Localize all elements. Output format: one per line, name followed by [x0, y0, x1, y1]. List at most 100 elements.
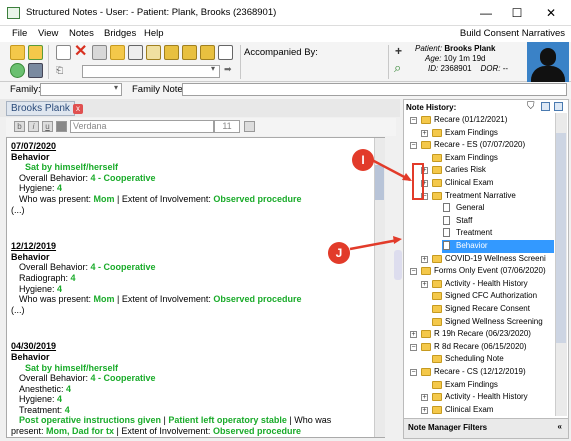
expand-node-icon[interactable]: +: [421, 280, 428, 288]
delete-icon[interactable]: ✕: [74, 44, 87, 60]
chevron-down-icon[interactable]: ▾: [211, 64, 215, 73]
note-value: Mom: [93, 294, 115, 305]
search-icon[interactable]: ⌕: [394, 60, 401, 76]
filter-icon[interactable]: ⛉: [527, 101, 535, 112]
close-icon[interactable]: x: [73, 104, 83, 114]
note-ellipsis[interactable]: (...): [11, 205, 25, 215]
tree-item-label: Caries Risk: [445, 165, 486, 175]
tree-item[interactable]: − Recare - CS (12/12/2019): [410, 366, 554, 379]
expand-node-icon[interactable]: +: [421, 129, 428, 137]
tree-item[interactable]: − Recare - ES (07/07/2020): [410, 139, 554, 152]
note-entry[interactable]: 07/07/2020 Behavior Sat by himself/herself…: [11, 141, 380, 215]
font-size-select[interactable]: 11: [214, 120, 240, 133]
tree-scrollbar-thumb[interactable]: [556, 133, 566, 343]
age-label: Age:: [425, 54, 442, 63]
tree-item-label: R 19h Recare (06/23/2020): [434, 329, 531, 339]
collapse-node-icon[interactable]: −: [410, 369, 417, 376]
menu-file[interactable]: File: [12, 28, 27, 39]
tree-item[interactable]: Staff: [432, 215, 554, 228]
build-consent-narratives-link[interactable]: Build Consent Narratives: [460, 28, 565, 39]
collapse-node-icon[interactable]: −: [410, 343, 417, 351]
tree-item[interactable]: Scheduling Note: [421, 353, 554, 366]
tab-brooks-plank[interactable]: Brooks Plank: [6, 101, 75, 116]
note-line: Treatment: 4: [11, 405, 380, 416]
tree-item[interactable]: + Activity - Health History: [421, 278, 554, 291]
tree-item[interactable]: Signed CFC Authorization: [421, 290, 554, 303]
folder-icon: [421, 368, 431, 376]
link-icon[interactable]: [244, 121, 255, 132]
minimize-button[interactable]: —: [476, 5, 496, 21]
unlock-icon[interactable]: [182, 45, 197, 60]
tree-item[interactable]: Exam Findings: [421, 152, 554, 165]
tree-item[interactable]: − R 8d Recare (06/15/2020): [410, 341, 554, 354]
folder-add-icon[interactable]: [28, 45, 43, 60]
edit-note-icon[interactable]: [128, 45, 143, 60]
collapse-node-icon[interactable]: −: [410, 142, 417, 150]
tree-item-label: Signed Recare Consent: [445, 304, 530, 313]
refresh-tree-icon[interactable]: [541, 102, 550, 111]
note-field-label: Who was present:: [19, 193, 94, 204]
bold-button[interactable]: b: [14, 121, 25, 132]
collapse-node-icon[interactable]: −: [410, 268, 417, 276]
collapse-node-icon[interactable]: −: [410, 117, 417, 124]
tree-item[interactable]: + COVID-19 Wellness Screeni: [421, 253, 554, 266]
expand-node-icon[interactable]: +: [410, 331, 417, 339]
tree-item[interactable]: + Clinical Exam: [421, 177, 554, 190]
tree-item[interactable]: + Exam Findings: [421, 127, 554, 140]
signature-lock-icon[interactable]: [200, 45, 215, 60]
menu-bridges[interactable]: Bridges: [104, 28, 136, 39]
note-field-label: Overall Behavior:: [19, 373, 91, 384]
text-color-icon[interactable]: [56, 121, 67, 132]
panel-splitter-handle[interactable]: [394, 250, 402, 280]
tree-item[interactable]: + Clinical Exam: [421, 404, 554, 416]
close-button[interactable]: ✕: [541, 5, 561, 21]
editor-scrollbar-thumb[interactable]: [375, 165, 384, 200]
expand-node-icon[interactable]: +: [421, 255, 428, 263]
lock-icon[interactable]: [164, 45, 179, 60]
tree-item[interactable]: + Caries Risk: [421, 164, 554, 177]
tree-item[interactable]: Treatment: [432, 227, 554, 240]
tree-item[interactable]: + Activity - Health History: [421, 391, 554, 404]
collapse-up-icon[interactable]: «: [558, 422, 562, 431]
underline-button[interactable]: u: [42, 121, 53, 132]
list-view-icon[interactable]: [554, 102, 563, 111]
maximize-button[interactable]: ☐: [507, 5, 527, 21]
note-editor[interactable]: 07/07/2020 Behavior Sat by himself/herself…: [6, 137, 385, 438]
tree-item[interactable]: Behavior: [442, 240, 554, 253]
note-template-select[interactable]: [82, 65, 220, 78]
tree-item[interactable]: General: [432, 202, 554, 215]
forward-icon[interactable]: ➡: [224, 64, 232, 75]
new-note-icon[interactable]: [56, 45, 71, 60]
note-entry[interactable]: 12/12/2019 Behavior Overall Behavior: 4 - …: [11, 241, 380, 315]
back-icon[interactable]: ⎗: [56, 65, 63, 76]
tree-item[interactable]: − Recare (01/12/2021): [410, 114, 554, 127]
folder-icon: [432, 191, 442, 200]
tree-item[interactable]: − Forms Only Event (07/06/2020): [410, 265, 554, 278]
save-icon[interactable]: [28, 63, 43, 78]
expand-node-icon[interactable]: +: [421, 406, 428, 414]
add-icon[interactable]: +: [395, 44, 402, 58]
tree-item[interactable]: Signed Recare Consent: [421, 303, 554, 316]
family-note-input[interactable]: [182, 83, 567, 96]
tree-item[interactable]: − Treatment Narrative: [421, 190, 554, 203]
copy-icon[interactable]: [92, 45, 107, 60]
font-family-select[interactable]: Verdana: [70, 120, 214, 133]
menu-view[interactable]: View: [38, 28, 58, 39]
chevron-down-icon[interactable]: ▾: [114, 83, 118, 92]
sign-note-icon[interactable]: [218, 45, 233, 60]
tree-item[interactable]: + R 19h Recare (06/23/2020): [410, 328, 554, 341]
menu-notes[interactable]: Notes: [69, 28, 94, 39]
note-manager-filters-bar[interactable]: Note Manager Filters «: [404, 418, 568, 438]
italic-button[interactable]: i: [28, 121, 39, 132]
template-icon[interactable]: [146, 45, 161, 60]
note-folder-icon[interactable]: [110, 45, 125, 60]
expand-node-icon[interactable]: +: [421, 394, 428, 402]
refresh-icon[interactable]: [10, 63, 25, 78]
menu-help[interactable]: Help: [144, 28, 164, 39]
family-select[interactable]: [40, 83, 122, 96]
open-folder-icon[interactable]: [10, 45, 25, 60]
tree-item[interactable]: Exam Findings: [421, 379, 554, 392]
note-ellipsis[interactable]: (...): [11, 305, 25, 315]
note-entry[interactable]: 04/30/2019 Behavior Sat by himself/herself…: [11, 341, 380, 436]
tree-item[interactable]: Signed Wellness Screening: [421, 316, 554, 329]
